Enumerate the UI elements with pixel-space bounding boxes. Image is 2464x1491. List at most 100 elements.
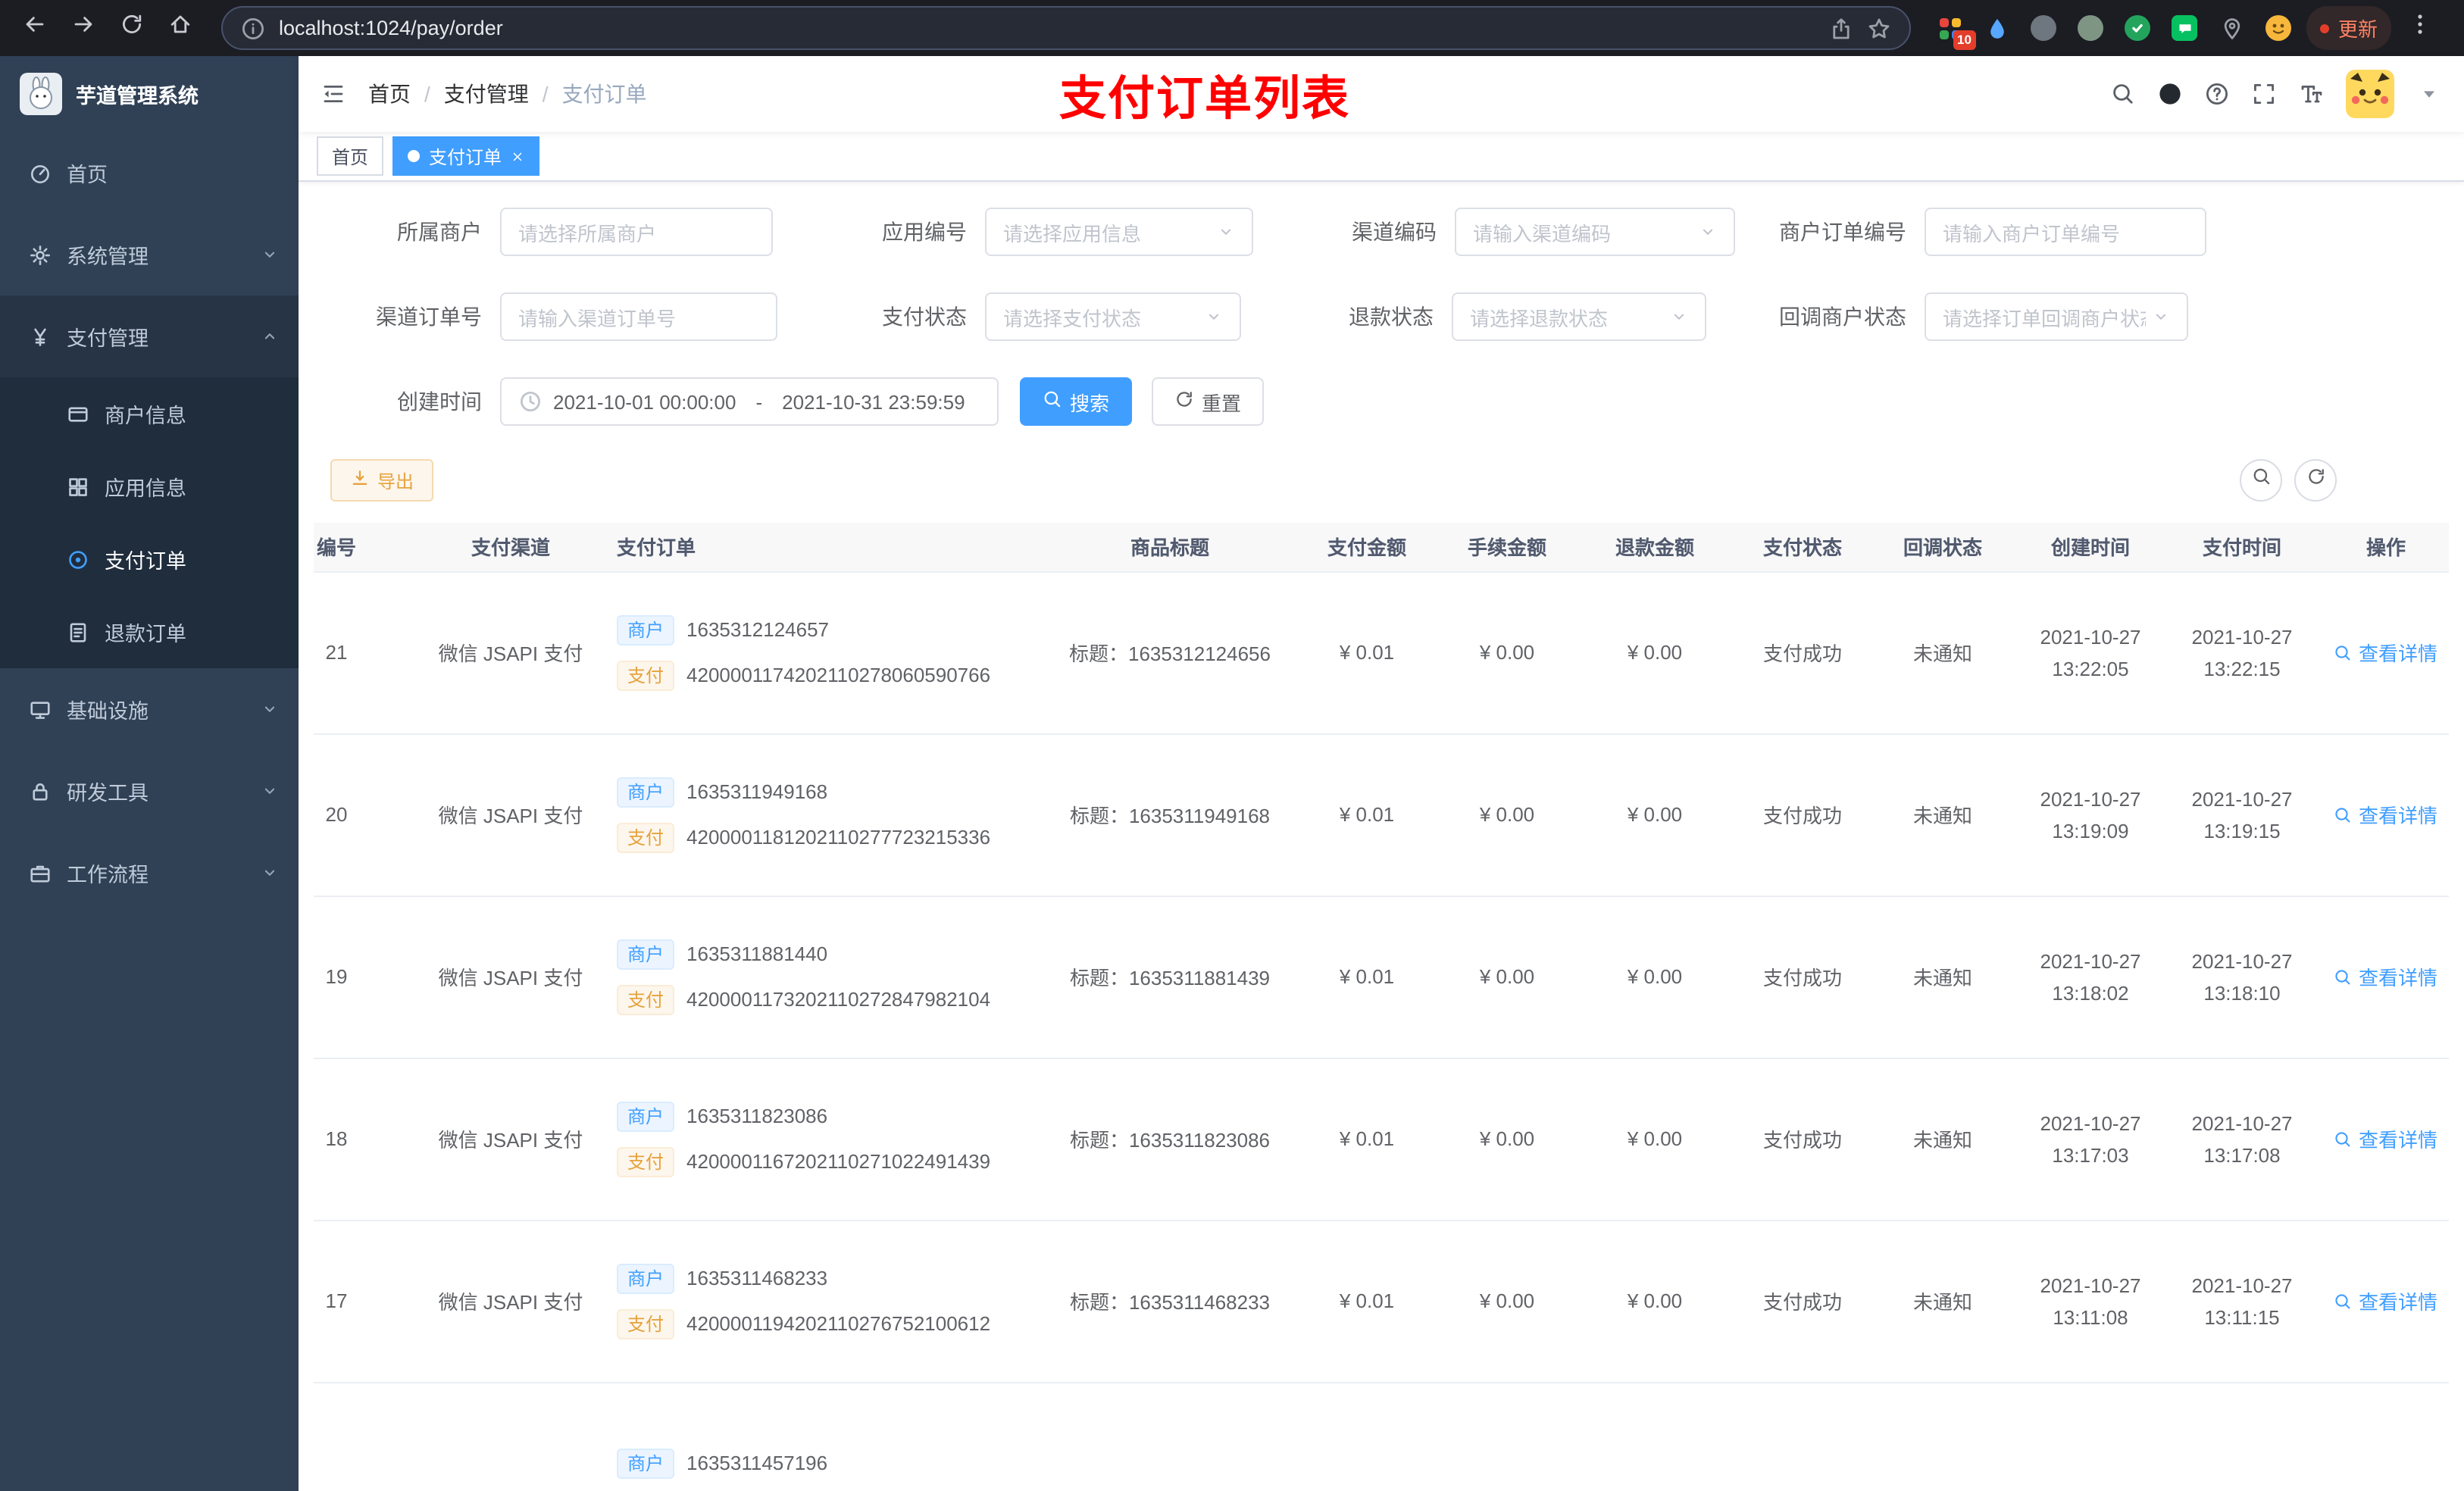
case-icon [29,861,52,884]
help-icon[interactable] [2205,82,2229,106]
sidebar-item-workflow[interactable]: 工作流程 [0,832,299,914]
cell-refund [1579,1382,1731,1491]
github-icon[interactable] [2158,82,2182,106]
target-icon [67,548,89,570]
sidebar-fold-icon[interactable] [321,82,346,106]
breadcrumb-separator: / [424,82,430,106]
refresh-table-button[interactable] [2294,459,2337,502]
yen-icon [29,325,52,348]
extension-grid-icon[interactable]: 10 [1935,13,1976,49]
merchant-tag: 商户 [617,1101,675,1131]
fullscreen-icon[interactable] [2252,82,2276,106]
user-avatar[interactable] [2346,70,2394,118]
view-detail-link[interactable]: 查看详情 [2334,638,2437,667]
cell-create-time: 2021-10-27 13:22:05 [2011,571,2170,734]
cell-pay-time: 2021-10-27 13:17:08 [2170,1058,2314,1221]
export-button[interactable]: 导出 [330,459,434,502]
sidebar-item-dev-tools[interactable]: 研发工具 [0,750,299,832]
url-bar[interactable]: localhost:1024/pay/order [221,6,1911,50]
cell-title: 标题：1635311823086 [1041,1058,1299,1221]
bookmark-star-icon[interactable] [1867,16,1891,40]
table-row: 19 微信 JSAPI 支付 商户 1635311881440 支付 4200001173… [314,896,2449,1058]
filter-refund-status-select[interactable]: 请选择退款状态 [1452,292,1706,341]
view-detail-link[interactable]: 查看详情 [2334,962,2437,991]
filter-channel-order-no-input[interactable]: 请输入渠道订单号 [500,292,777,341]
sidebar-menu: 首页 系统管理 支付管理 商户信息 应用信息 支付订单 退款订单 基础设施 研发工具 工作流程 [0,132,299,914]
col-header-id: 编号 [314,523,420,572]
cell-status: 支付成功 [1731,1220,1875,1383]
tab-pay-order[interactable]: 支付订单 [392,136,540,176]
filter-label-merchant-order-no: 商户订单编号 [1779,220,1906,244]
search-icon[interactable] [2111,82,2135,106]
close-icon[interactable] [511,149,524,163]
browser-menu-button[interactable] [2400,8,2440,48]
sidebar-item-infrastructure[interactable]: 基础设施 [0,668,299,750]
toggle-search-button[interactable] [2240,459,2282,502]
breadcrumb-item-pay-manage[interactable]: 支付管理 [444,79,529,109]
cell-id: 18 [314,1058,420,1221]
grid-icon [67,475,89,498]
cell-amount [1299,1382,1435,1491]
cell-id [314,1382,420,1491]
filter-channel-code-select[interactable]: 请输入渠道编码 [1455,208,1735,256]
filter-label-create-time: 创建时间 [397,389,482,414]
cell-id: 20 [314,733,420,896]
cell-action: 查看详情 [2314,571,2449,734]
view-detail-link[interactable]: 查看详情 [2334,1286,2437,1315]
filter-app-no-select[interactable]: 请选择应用信息 [985,208,1253,256]
sidebar-item-payment[interactable]: 支付管理 [0,295,299,377]
reset-button[interactable]: 重置 [1152,377,1265,426]
sidebar-item-system[interactable]: 系统管理 [0,214,299,295]
pay-tag: 支付 [617,660,675,690]
filter-label-notify-status: 回调商户状态 [1779,305,1906,329]
sidebar-item-merchant-info[interactable]: 商户信息 [0,377,299,450]
extension-drop-icon[interactable] [1982,13,2012,43]
col-header-action: 操作 [2314,523,2449,572]
cell-amount: ¥ 0.01 [1299,733,1435,896]
browser-reload-button[interactable] [112,8,152,48]
extension-gray-icon[interactable] [2029,13,2059,43]
extension-pin-icon[interactable] [2217,13,2247,43]
col-header-create-time: 创建时间 [2011,523,2170,572]
filter-label-channel-code: 渠道编码 [1352,220,1437,244]
filter-label-app-no: 应用编号 [882,220,967,244]
font-size-icon[interactable] [2299,82,2323,106]
extension-emoji-icon[interactable] [2264,13,2294,43]
search-button[interactable]: 搜索 [1020,377,1133,426]
cell-fee: ¥ 0.00 [1435,896,1579,1058]
sidebar-item-refund-order[interactable]: 退款订单 [0,595,299,668]
tab-home[interactable]: 首页 [317,136,384,176]
share-icon[interactable] [1829,16,1853,40]
filter-row: 所属商户 请选择所属商户 应用编号 请选择应用信息 渠道编码 请输入渠道编码 商户订单编号请… [314,208,2449,256]
browser-forward-button[interactable] [64,8,103,48]
sidebar-item-pay-order[interactable]: 支付订单 [0,523,299,595]
cell-pay-time: 2021-10-27 13:19:15 [2170,733,2314,896]
breadcrumb-item-home[interactable]: 首页 [368,79,411,109]
chevron-up-icon [261,327,279,345]
filter-notify-status-select[interactable]: 请选择订单回调商户状态 [1925,292,2188,341]
browser-update-button[interactable]: 更新 [2306,6,2391,50]
extension-check-icon[interactable] [2123,13,2153,43]
browser-home-button[interactable] [161,8,200,48]
caret-down-icon[interactable] [2417,82,2441,106]
browser-back-button[interactable] [15,8,55,48]
site-info-icon[interactable] [241,16,265,40]
filter-pay-status-select[interactable]: 请选择支付状态 [985,292,1241,341]
extension-gray-green-icon[interactable] [2076,13,2106,43]
view-detail-link[interactable]: 查看详情 [2334,800,2437,829]
pay-tag: 支付 [617,984,675,1014]
create-time-range-picker[interactable]: 2021-10-01 00:00:00 - 2021-10-31 23:59:5… [500,377,999,426]
col-header-notify: 回调状态 [1875,523,2011,572]
extension-chat-icon[interactable] [2170,13,2200,43]
cell-title [1041,1382,1299,1491]
app-title: 芋道管理系统 [76,85,199,108]
cell-order: 商户 1635311457196 [602,1382,1041,1491]
filter-merchant-order-no-input[interactable]: 请输入商户订单编号 [1925,208,2206,256]
sidebar-item-app-info[interactable]: 应用信息 [0,450,299,523]
sidebar-item-home[interactable]: 首页 [0,132,299,214]
filter-merchant-input[interactable]: 请选择所属商户 [500,208,773,256]
url-text[interactable]: localhost:1024/pay/order [279,17,1815,39]
view-detail-link[interactable]: 查看详情 [2334,1124,2437,1153]
filter-label-channel-order-no: 渠道订单号 [376,305,482,329]
cell-title: 标题：1635311881439 [1041,896,1299,1058]
